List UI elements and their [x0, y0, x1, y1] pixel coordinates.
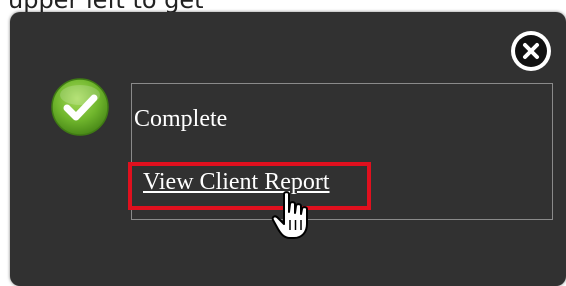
check-circle-icon	[51, 78, 109, 136]
close-button[interactable]	[511, 31, 551, 71]
page: upper left to get Complete View Client R…	[0, 0, 566, 286]
hand-pointer-cursor-icon	[271, 191, 308, 239]
status-text: Complete	[134, 106, 228, 132]
close-icon	[515, 35, 547, 67]
